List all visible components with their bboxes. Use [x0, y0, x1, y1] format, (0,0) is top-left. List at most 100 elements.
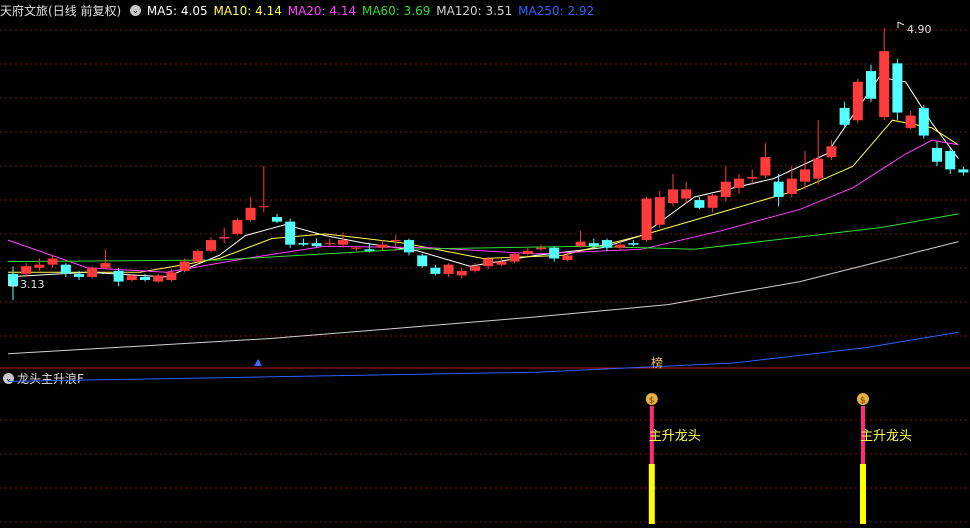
candle-body	[351, 247, 362, 249]
candle-body	[549, 247, 560, 259]
candle	[549, 246, 560, 262]
candle	[734, 173, 744, 194]
candle-body	[602, 240, 612, 248]
candle-body	[100, 263, 111, 268]
candle-body	[879, 51, 890, 118]
candle-body	[615, 244, 626, 248]
candle	[456, 267, 467, 279]
candle	[932, 141, 942, 167]
candle	[575, 230, 586, 248]
candle-body	[285, 221, 296, 245]
ma10-line	[8, 119, 959, 273]
candle-body	[496, 261, 507, 265]
candle-body	[74, 273, 84, 277]
candle-body	[720, 181, 731, 198]
signal-bar: $ 主升龙头	[645, 393, 701, 524]
signal-label: 主升龙头	[860, 429, 912, 444]
candle	[377, 240, 388, 251]
candle	[760, 143, 771, 179]
candle-body	[179, 261, 190, 271]
candle-body	[483, 258, 494, 267]
candle-body	[113, 270, 124, 282]
candle-body	[918, 107, 929, 136]
candle-body	[377, 244, 388, 248]
candle-body	[126, 275, 137, 281]
candle-body	[87, 267, 98, 277]
rank-marker: 榜	[651, 355, 663, 370]
candle-body	[839, 107, 850, 125]
candle	[430, 264, 441, 276]
candle-body	[21, 266, 32, 274]
candle-body	[707, 195, 718, 208]
money-bag-symbol: $	[649, 396, 655, 406]
candle	[21, 263, 32, 277]
candle-body	[311, 243, 322, 247]
candle	[641, 197, 652, 242]
candle	[285, 218, 296, 248]
candle-body	[905, 115, 916, 128]
candle	[272, 213, 282, 224]
candle-body	[153, 275, 164, 282]
candle-body	[470, 266, 480, 271]
high-price-label: 4.90	[907, 23, 932, 36]
candle-body	[800, 169, 810, 182]
candle-body	[245, 207, 256, 221]
candle	[918, 104, 929, 139]
signal-bar: $ 主升龙头	[857, 393, 912, 524]
candle	[298, 238, 309, 247]
candle-body	[417, 255, 428, 267]
candle	[852, 78, 863, 124]
low-price-label: 3.13	[20, 278, 45, 291]
candle-body	[958, 169, 969, 173]
price-annotations: 4.90 3.13 榜	[9, 21, 932, 370]
candle	[602, 238, 612, 251]
candle	[100, 249, 111, 270]
candle-body	[522, 250, 533, 254]
candle-body	[536, 247, 546, 250]
candle-body	[456, 270, 467, 276]
candle	[153, 273, 164, 284]
candle-body	[166, 272, 177, 281]
candle	[879, 28, 890, 121]
candle-body	[206, 240, 216, 251]
candle-body	[760, 157, 771, 176]
candlestick-chart[interactable]: 4.90 3.13 榜 $ 主升龙头 $ 主升龙头	[0, 0, 970, 528]
candle-body	[628, 243, 639, 245]
candle-body	[47, 258, 58, 265]
candle	[866, 64, 876, 102]
candle-body	[192, 250, 203, 262]
candle-body	[562, 255, 573, 261]
candle	[443, 263, 454, 277]
candle-body	[932, 147, 942, 162]
candle	[245, 197, 256, 222]
candle	[786, 166, 797, 198]
candle	[773, 173, 784, 207]
candle-body	[773, 181, 784, 198]
candles	[8, 28, 969, 300]
candle	[813, 120, 824, 185]
candle	[311, 238, 322, 248]
candle-body	[390, 240, 401, 242]
candle	[87, 266, 98, 279]
candle	[720, 166, 731, 202]
candle-body	[575, 241, 586, 247]
candle-body	[747, 177, 758, 179]
candle-body	[509, 253, 520, 262]
candle	[232, 218, 243, 236]
candle-body	[298, 243, 309, 245]
candle-body	[786, 178, 797, 194]
candle-body	[866, 71, 876, 99]
money-bag-symbol: $	[860, 396, 866, 406]
candle-body	[945, 150, 956, 170]
candle	[258, 166, 269, 213]
candle	[483, 256, 494, 270]
candle	[219, 227, 230, 244]
candle	[905, 110, 916, 130]
candle	[892, 58, 903, 121]
candle-body	[826, 146, 837, 158]
candle	[34, 258, 45, 271]
signal-bar-yellow	[648, 464, 655, 524]
candle-body	[852, 81, 863, 121]
candle	[113, 267, 124, 287]
candle	[694, 197, 705, 210]
